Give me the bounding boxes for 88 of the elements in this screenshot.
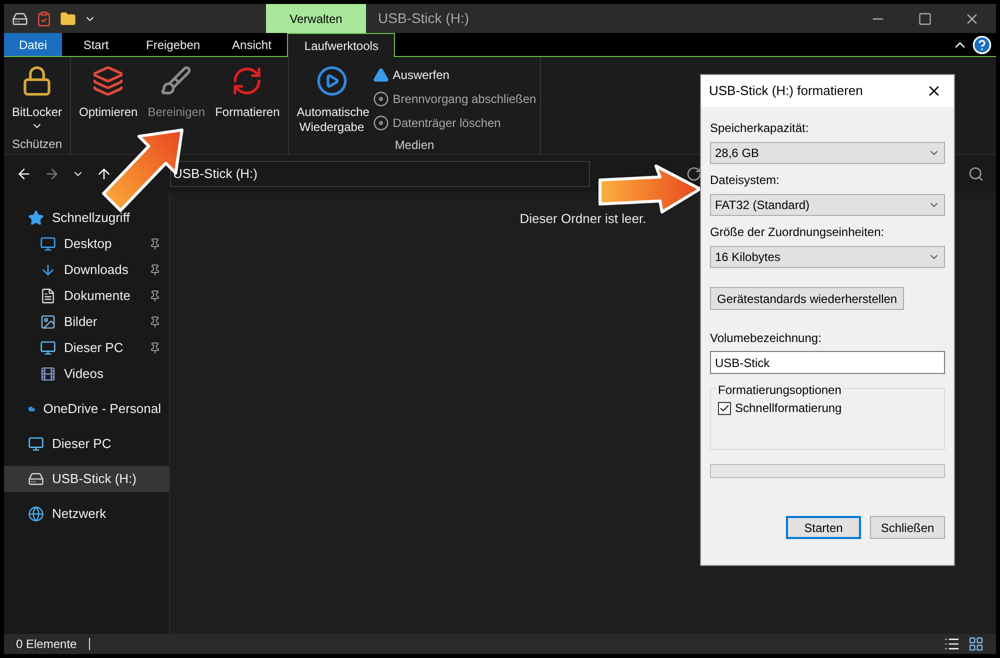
ribbon-button[interactable]: Optimieren [75,61,142,134]
refresh-arrows-icon [231,65,264,97]
dropdown[interactable]: 28,6 GB [710,142,945,164]
restore-defaults-button[interactable]: Gerätestandards wiederherstellen [710,287,904,310]
nav-item[interactable]: USB-Stick (H:) [4,466,169,492]
eject-icon [372,67,389,83]
blocks-icon [92,65,124,97]
nav-label: OneDrive - Personal [43,400,161,418]
checkbox-label: Schnellformatierung [735,400,842,417]
help-icon[interactable] [972,34,992,54]
brush-icon [160,65,192,97]
ribbon-tab[interactable]: Ansicht [216,33,288,56]
nav-label: USB-Stick (H:) [52,470,138,488]
pin-icon [149,316,161,328]
picture-icon [40,314,56,330]
field-label: Größe der Zuordnungseinheiten: [710,224,886,241]
dropdown[interactable]: FAT32 (Standard) [710,194,945,216]
ribbon-tab[interactable]: Datei [4,33,62,56]
nav-item[interactable]: Schnellzugriff [4,205,169,231]
up-icon[interactable] [96,166,112,182]
drive-icon[interactable] [12,10,28,26]
ribbon-tab[interactable]: Laufwerktools [287,33,396,57]
field-label: Dateisystem: [710,172,780,189]
ribbon-tab[interactable]: Start [62,33,130,56]
volume-label-field[interactable]: USB-Stick [710,351,945,374]
forward-icon[interactable] [44,166,60,182]
nav-item[interactable]: Dieser PC [4,335,169,361]
play-icon [316,65,348,97]
pin-icon [149,342,161,354]
nav-label: Downloads [64,261,130,280]
nav-item[interactable]: Bilder [4,309,169,335]
nav-label: Schnellzugriff [52,209,131,228]
nav-item[interactable]: Dokumente [4,283,169,309]
nav-label: Netzwerk [52,505,108,524]
drive-icon [28,471,44,487]
nav-label: Bilder [64,313,98,332]
film-icon [40,366,56,382]
context-tab-header: Verwalten [266,4,366,33]
nav-item[interactable]: OneDrive - Personal [4,396,169,422]
field-label: Speicherkapazität: [710,120,810,137]
group-label: Schützen [12,136,62,153]
refresh-icon[interactable] [686,166,702,182]
window-title: USB-Stick (H:) [378,9,470,28]
pin-icon [149,290,161,302]
nav-label: Dieser PC [52,435,112,454]
star-icon [28,210,44,226]
nav-label: Desktop [64,235,113,254]
dialog-button[interactable]: Starten [786,516,861,539]
nav-item[interactable]: Netzwerk [4,501,169,527]
nav-label: Dokumente [64,287,132,306]
lock-icon [21,65,54,97]
large-icons-view-icon[interactable] [968,636,984,652]
dialog-title: USB-Stick (H:) formatieren [709,82,864,100]
address-field[interactable]: USB-Stick (H:) [170,161,590,187]
nav-item[interactable]: Videos [4,361,169,387]
field-label: Volumebezeichnung: [710,330,822,347]
pin-icon [149,264,161,276]
ribbon-button[interactable]: Automatische Wiedergabe [292,61,371,135]
search-icon[interactable] [968,166,984,182]
disc-icon [372,91,389,107]
nav-item[interactable]: Dieser PC [4,431,169,457]
details-view-icon[interactable] [944,636,960,652]
network-icon [28,506,44,522]
monitor-icon [40,236,56,252]
nav-label: Dieser PC [64,339,124,358]
clipboard-check-icon[interactable] [36,10,52,26]
back-icon[interactable] [16,166,32,182]
nav-item[interactable]: Downloads [4,257,169,283]
dialog-button[interactable]: Schließen [870,516,945,539]
ribbon-button[interactable]: BitLocker [8,61,66,134]
group-label: Medien [394,136,434,154]
pin-icon [149,238,161,250]
nav-item[interactable]: Desktop [4,231,169,257]
document-icon [40,288,56,304]
empty-folder-message: Dieser Ordner ist leer. [520,210,646,228]
ribbon-tab[interactable]: Freigeben [130,33,216,56]
maximize-icon[interactable] [918,12,932,26]
computer-icon [40,340,56,356]
ribbon-button[interactable]: Auswerfen [372,65,536,85]
dropdown[interactable]: 16 Kilobytes [710,246,945,268]
nav-label: Videos [64,365,105,384]
download-icon [40,262,56,278]
ribbon-button[interactable]: Formatieren [211,61,284,134]
folder-icon[interactable] [60,10,76,26]
item-count: 0 Elemente [16,636,77,653]
computer-icon [28,436,44,452]
checkbox[interactable] [718,402,731,414]
disc-icon [372,115,389,131]
